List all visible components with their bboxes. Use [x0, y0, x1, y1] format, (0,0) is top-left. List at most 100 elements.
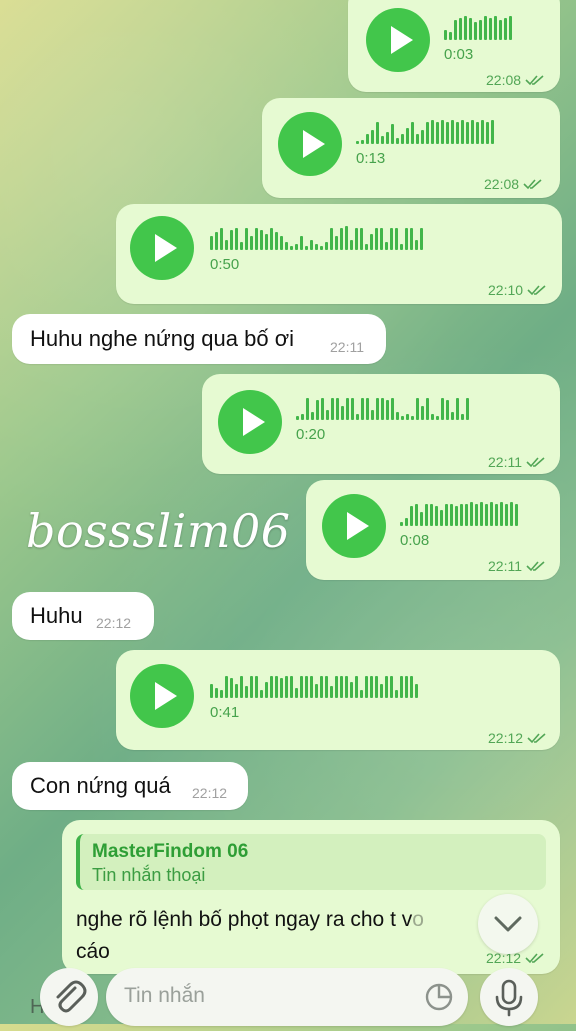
- waveform-bar: [351, 398, 354, 420]
- voice-message[interactable]: 0:41 22:12: [116, 650, 560, 750]
- waveform-bar: [491, 120, 494, 144]
- waveform-bar: [330, 228, 333, 250]
- waveform-bar: [421, 130, 424, 144]
- waveform-bar: [446, 122, 449, 144]
- waveform-bar: [495, 504, 498, 526]
- incoming-text-message[interactable]: Con nứng quá 22:12: [12, 762, 248, 810]
- waveform-bar: [335, 676, 338, 698]
- waveform-bar: [481, 120, 484, 144]
- sticker-icon[interactable]: [422, 980, 456, 1014]
- message-text-line1-visible: nghe rõ lệnh bố phọt ngay ra cho t v: [76, 908, 413, 931]
- message-input-placeholder: Tin nhắn: [124, 984, 205, 1007]
- play-icon: [347, 512, 369, 540]
- waveform-bar: [400, 522, 403, 526]
- waveform-bar: [504, 18, 507, 40]
- waveform-bar: [375, 228, 378, 250]
- incoming-text-message[interactable]: Huhu 22:12: [12, 592, 154, 640]
- message-text: Huhu nghe nứng qua bố ơi: [30, 326, 295, 351]
- waveform-bar: [255, 228, 258, 250]
- waveform-bar: [305, 676, 308, 698]
- waveform-bar: [296, 416, 299, 420]
- waveform-bar: [420, 228, 423, 250]
- play-button[interactable]: [218, 390, 282, 454]
- waveform-bar: [270, 228, 273, 250]
- waveform-bar: [441, 120, 444, 144]
- attach-button[interactable]: [40, 968, 98, 1026]
- waveform-bar: [300, 236, 303, 250]
- voice-message[interactable]: 0:50 22:10: [116, 204, 562, 304]
- waveform-bar: [440, 510, 443, 526]
- message-input[interactable]: Tin nhắn: [106, 968, 468, 1026]
- play-button[interactable]: [322, 494, 386, 558]
- waveform-bar: [376, 122, 379, 144]
- waveform-bar: [290, 246, 293, 250]
- message-time: 22:08: [484, 176, 520, 192]
- waveform-bar: [250, 236, 253, 250]
- waveform: [296, 396, 469, 420]
- double-check-icon: [526, 457, 545, 468]
- play-button[interactable]: [130, 216, 194, 280]
- waveform-bar: [505, 504, 508, 526]
- message-meta: 22:08: [486, 72, 545, 88]
- waveform-bar: [430, 504, 433, 526]
- waveform-bar: [381, 136, 384, 144]
- play-button[interactable]: [366, 8, 430, 72]
- waveform-bar: [301, 414, 304, 420]
- waveform-bar: [449, 32, 452, 40]
- voice-message[interactable]: 0:08 22:11: [306, 480, 560, 580]
- waveform-bar: [265, 234, 268, 250]
- play-icon: [391, 26, 413, 54]
- waveform-bar: [484, 16, 487, 40]
- waveform-bar: [395, 690, 398, 698]
- waveform-bar: [376, 398, 379, 420]
- waveform-bar: [341, 406, 344, 420]
- waveform-bar: [391, 398, 394, 420]
- waveform-bar: [356, 414, 359, 420]
- waveform-bar: [225, 676, 228, 698]
- waveform-bar: [415, 684, 418, 698]
- waveform-bar: [310, 676, 313, 698]
- voice-message[interactable]: 0:13 22:08: [262, 98, 560, 198]
- double-check-icon: [527, 733, 546, 744]
- scroll-down-button[interactable]: [478, 894, 538, 954]
- play-button[interactable]: [278, 112, 342, 176]
- waveform-bar: [431, 414, 434, 420]
- voice-duration: 0:41: [210, 704, 240, 721]
- voice-message[interactable]: 0:20 22:11: [202, 374, 560, 474]
- waveform-bar: [455, 506, 458, 526]
- waveform-bar: [475, 504, 478, 526]
- waveform-bar: [490, 502, 493, 526]
- waveform-bar: [390, 228, 393, 250]
- reply-quote[interactable]: MasterFindom 06 Tin nhắn thoại: [76, 834, 546, 890]
- waveform-bar: [386, 132, 389, 144]
- waveform-bar: [499, 20, 502, 40]
- waveform-bar: [400, 244, 403, 250]
- voice-message[interactable]: 0:03 22:08: [348, 0, 560, 92]
- waveform-bar: [451, 120, 454, 144]
- waveform-bar: [406, 128, 409, 144]
- waveform-bar: [345, 676, 348, 698]
- play-icon: [303, 130, 325, 158]
- voice-record-button[interactable]: [480, 968, 538, 1026]
- waveform: [210, 674, 418, 698]
- waveform-bar: [331, 398, 334, 420]
- message-time: 22:11: [488, 454, 522, 470]
- waveform-bar: [250, 676, 253, 698]
- waveform-bar: [401, 416, 404, 420]
- waveform-bar: [454, 20, 457, 40]
- waveform-bar: [245, 228, 248, 250]
- waveform-bar: [385, 676, 388, 698]
- waveform-bar: [315, 684, 318, 698]
- play-button[interactable]: [130, 664, 194, 728]
- waveform-bar: [390, 676, 393, 698]
- waveform-bar: [459, 18, 462, 40]
- waveform-bar: [386, 400, 389, 420]
- message-meta: 22:11: [488, 454, 546, 470]
- waveform-bar: [415, 240, 418, 250]
- incoming-text-message[interactable]: Huhu nghe nứng qua bố ơi 22:11: [12, 314, 386, 364]
- message-text: Huhu: [30, 603, 83, 628]
- waveform-bar: [340, 676, 343, 698]
- waveform-bar: [270, 676, 273, 698]
- waveform: [444, 16, 512, 40]
- waveform-bar: [356, 141, 359, 144]
